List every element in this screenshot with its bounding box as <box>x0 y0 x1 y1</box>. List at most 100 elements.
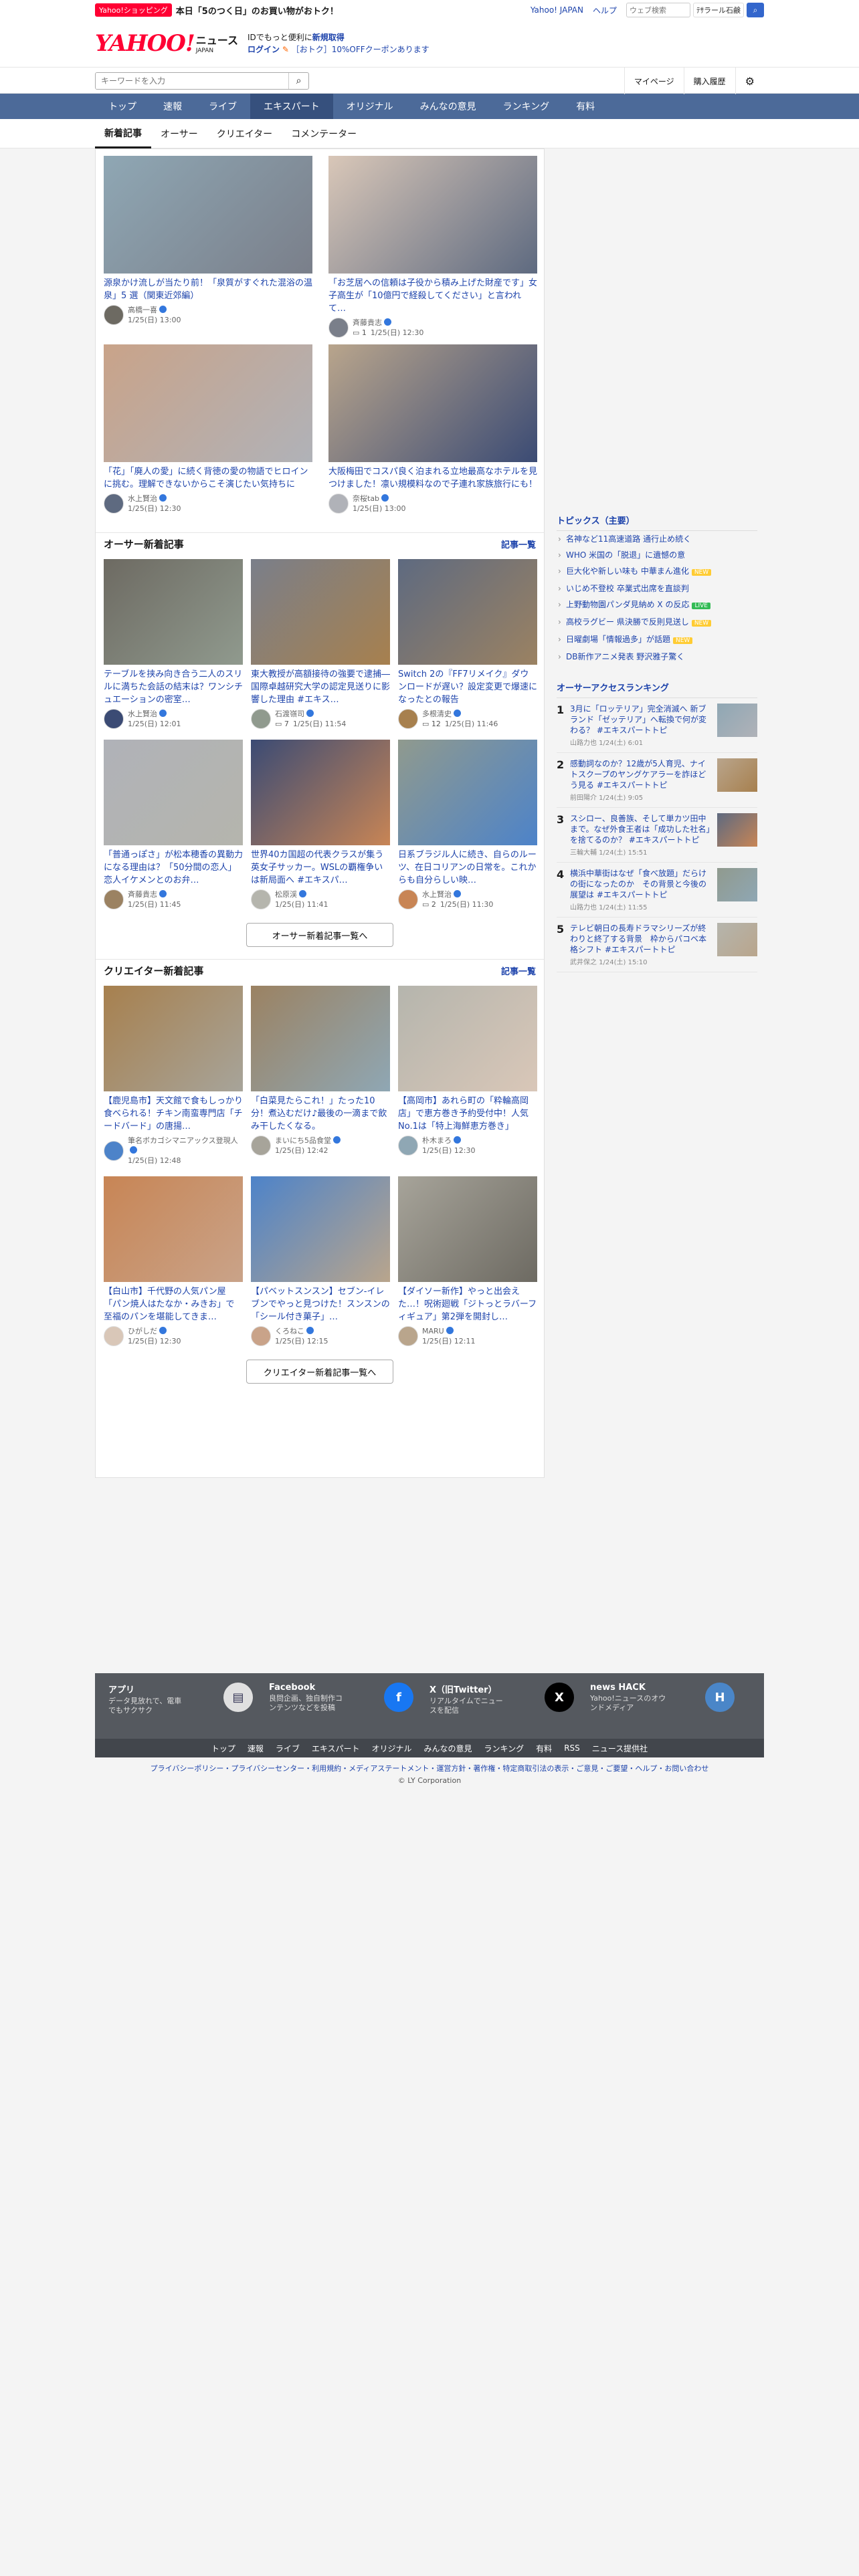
article-thumbnail[interactable] <box>398 740 537 845</box>
comment-count[interactable]: ▭ 12 <box>422 720 441 728</box>
footer-nav-item[interactable]: トップ <box>211 1743 235 1754</box>
topic-item[interactable]: WHO 米国の「脱退」に遺憾の意 <box>557 547 757 563</box>
author-name[interactable]: 水上賢治 <box>128 710 157 718</box>
author-avatar[interactable] <box>104 305 124 325</box>
author-avatar[interactable] <box>104 1326 124 1346</box>
author-name[interactable]: 松原渓 <box>275 890 297 899</box>
sub-tab[interactable]: 新着記事 <box>95 119 151 148</box>
footer-nav-item[interactable]: ライブ <box>276 1743 300 1754</box>
mypage-link[interactable]: マイページ <box>624 68 684 94</box>
topic-item[interactable]: 巨大化や新しい味も 中華まん進化NEW <box>557 563 757 580</box>
article-card[interactable]: 東大教授が高額接待の強要で逮捕―国際卓越研究大学の認定見送りに影響した理由 #エ… <box>251 559 390 729</box>
web-search-button[interactable]: ⌕ <box>747 3 764 17</box>
keyword-search-button[interactable]: ⌕ <box>288 73 308 89</box>
article-thumbnail[interactable] <box>328 156 537 274</box>
nav-item[interactable]: ランキング <box>490 94 563 119</box>
article-title[interactable]: 「白菜見たらこれ！」たった10分！煮込むだけ♪最後の一滴まで飲み干したくなる。 <box>251 1095 390 1133</box>
nav-item[interactable]: 速報 <box>150 94 195 119</box>
web-search-input[interactable] <box>626 3 690 17</box>
sub-tab[interactable]: クリエイター <box>207 119 282 148</box>
article-thumbnail[interactable] <box>251 1176 390 1282</box>
topic-item[interactable]: 上野動物園パンダ見納め X の反応LIVE <box>557 597 757 614</box>
newshack-icon[interactable]: H <box>705 1683 735 1712</box>
article-title[interactable]: 「花」「廃人の愛」に続く背徳の愛の物語でヒロインに挑む。理解できないからこそ演じ… <box>104 465 312 491</box>
sub-tab[interactable]: コメンテーター <box>282 119 366 148</box>
yahoo-news-logo[interactable]: YAHOO! ニュース JAPAN <box>95 30 238 57</box>
rank-title[interactable]: 横浜中華街はなぜ「食べ放題」だらけの街になったのか その背景と今後の展望は #エ… <box>570 868 713 900</box>
article-card[interactable]: 【鹿児島市】天文館で食もしっかり食べられる！チキン南蛮専門店「チードバード」の唐… <box>104 986 243 1166</box>
article-card[interactable]: 大阪梅田でコスパ良く泊まれる立地最高なホテルを見つけました！凛い規模料なので子連… <box>328 344 537 514</box>
nav-item[interactable]: トップ <box>95 94 150 119</box>
article-card[interactable]: 「花」「廃人の愛」に続く背徳の愛の物語でヒロインに挑む。理解できないからこそ演じ… <box>104 344 312 514</box>
footer-nav-item[interactable]: エキスパート <box>312 1743 360 1754</box>
article-title[interactable]: 世界40カ国超の代表クラスが集う英女子サッカー。WSLの覇権争いは新局面へ #エ… <box>251 849 390 887</box>
article-card[interactable]: 「普通っぽさ」が松本穂香の異動力になる理由は？「50分間の恋人」恋人イケメンとの… <box>104 740 243 909</box>
article-title[interactable]: 【高岡市】あれら町の「粋輪高岡店」で恵方巻き予約受付中！人気No.1は「特上海鮮… <box>398 1095 537 1133</box>
settings-button[interactable]: ⚙ <box>735 68 764 94</box>
footer-nav-item[interactable]: 有料 <box>536 1743 552 1754</box>
article-card[interactable]: Switch 2の『FF7リメイク』ダウンロードが遅い？設定変更で爆速になったと… <box>398 559 537 729</box>
footer-col[interactable]: アプリ データ見放れで、電車でもサクサク ▤ <box>108 1683 269 1732</box>
article-title[interactable]: 「お芝居への信頼は子役から積み上げた財産です」女子高生が「10億円で経殺してくだ… <box>328 277 537 315</box>
footer-nav-item[interactable]: RSS <box>564 1743 580 1753</box>
article-title[interactable]: 【鹿児島市】天文館で食もしっかり食べられる！チキン南蛮専門店「チードバード」の唐… <box>104 1095 243 1133</box>
rank-thumbnail[interactable] <box>717 923 757 956</box>
article-thumbnail[interactable] <box>398 559 537 665</box>
article-thumbnail[interactable] <box>104 344 312 462</box>
author-avatar[interactable] <box>251 1326 271 1346</box>
article-title[interactable]: Switch 2の『FF7リメイク』ダウンロードが遅い？設定変更で爆速になったと… <box>398 668 537 706</box>
article-card[interactable]: 【パベットスンスン】セブン-イレブンでやっと見つけた！スンスンの「シール付き菓子… <box>251 1176 390 1346</box>
article-title[interactable]: 【白山市】千代野の人気パン屋「パン焼人はたなか・みきお」で至福のパンを堪能してき… <box>104 1285 243 1323</box>
creator-article-list-link[interactable]: 記事一覧 <box>501 964 536 977</box>
author-name[interactable]: 高橋一喜 <box>128 306 157 314</box>
rank-thumbnail[interactable] <box>717 704 757 737</box>
article-title[interactable]: 源泉かけ流しが当たり前！「泉質がすぐれた混浴の温泉」5 選（関東近郊編） <box>104 277 312 302</box>
article-thumbnail[interactable] <box>328 344 537 462</box>
comment-count[interactable]: ▭ 7 <box>275 720 289 728</box>
author-name[interactable]: ひがしだ <box>128 1327 157 1335</box>
rank-title[interactable]: スシロー、良善族、そして単カツ田中まで。なぜ外食王者は「成功した社名」を捨てるの… <box>570 813 713 845</box>
ranking-item[interactable]: 4 横浜中華街はなぜ「食べ放題」だらけの街になったのか その背景と今後の展望は #… <box>557 863 757 918</box>
footer-col-title[interactable]: news HACK <box>590 1683 670 1693</box>
author-avatar[interactable] <box>398 889 418 909</box>
topic-item[interactable]: 名神など11高速道路 通行止め続く <box>557 531 757 547</box>
article-card[interactable]: 「お芝居への信頼は子役から積み上げた財産です」女子高生が「10億円で経殺してくだ… <box>328 156 537 338</box>
author-name[interactable]: 朴木まろ <box>422 1136 452 1145</box>
author-name[interactable]: 多根清史 <box>422 710 452 718</box>
coupon-link[interactable]: ［おトク］10%OFFクーポンあります <box>292 45 430 54</box>
article-thumbnail[interactable] <box>251 986 390 1091</box>
rank-thumbnail[interactable] <box>717 758 757 792</box>
promo-link[interactable]: 本日「5のつく日」のお買い物がおトク！ <box>176 4 339 17</box>
article-card[interactable]: 【ダイソー新作】やっと出会えた…！呪術廻戦「ジトっとラバーフィギュア」第2弾を開… <box>398 1176 537 1346</box>
article-card[interactable]: 世界40カ国超の代表クラスが集う英女子サッカー。WSLの覇権争いは新局面へ #エ… <box>251 740 390 909</box>
shopping-badge[interactable]: Yahoo!ショッピング <box>95 3 172 17</box>
author-name[interactable]: くろねこ <box>275 1327 304 1335</box>
nav-item[interactable]: 有料 <box>563 94 608 119</box>
article-title[interactable]: 「普通っぽさ」が松本穂香の異動力になる理由は？「50分間の恋人」恋人イケメンとの… <box>104 849 243 887</box>
rank-thumbnail[interactable] <box>717 868 757 901</box>
creator-more-button[interactable]: クリエイター新着記事一覧へ <box>246 1360 393 1384</box>
register-link[interactable]: 新規取得 <box>312 33 345 42</box>
author-name[interactable]: 斉藤貴志 <box>128 890 157 899</box>
footer-nav-item[interactable]: みんなの意見 <box>424 1743 472 1754</box>
article-title[interactable]: 【ダイソー新作】やっと出会えた…！呪術廻戦「ジトっとラバーフィギュア」第2弾を開… <box>398 1285 537 1323</box>
author-avatar[interactable] <box>104 494 124 514</box>
article-thumbnail[interactable] <box>251 559 390 665</box>
article-thumbnail[interactable] <box>104 1176 243 1282</box>
ranking-item[interactable]: 1 3月に「ロッテリア」完全消滅へ 新ブランド「ゼッテリア」へ転換で何が変わる？ … <box>557 698 757 753</box>
author-more-button[interactable]: オーサー新着記事一覧へ <box>246 923 393 947</box>
app-icon[interactable]: ▤ <box>223 1683 253 1712</box>
author-name[interactable]: 水上賢治 <box>128 494 157 503</box>
footer-col-title[interactable]: Facebook <box>269 1683 349 1693</box>
author-avatar[interactable] <box>251 1136 271 1156</box>
author-avatar[interactable] <box>251 889 271 909</box>
rank-title[interactable]: テレビ朝日の長寿ドラマシリーズが終わりと終了する背景 枠からパコベ本格シフト #… <box>570 923 713 955</box>
comment-count[interactable]: ▭ 1 <box>353 328 367 337</box>
article-card[interactable]: 源泉かけ流しが当たり前！「泉質がすぐれた混浴の温泉」5 選（関東近郊編） 高橋一喜… <box>104 156 312 338</box>
article-card[interactable]: テーブルを挟み向き合う二人のスリルに満ちた会話の結末は？ワンシチュエーションの密… <box>104 559 243 729</box>
footer-col-title[interactable]: アプリ <box>108 1683 189 1695</box>
article-thumbnail[interactable] <box>398 986 537 1091</box>
footer-nav-item[interactable]: オリジナル <box>372 1743 412 1754</box>
footer-col-title[interactable]: X（旧Twitter） <box>430 1683 510 1695</box>
rank-title[interactable]: 感動詞なのか？12歳が5人育児、ナイトスクープのヤングケアラーを詐ほど う見る … <box>570 758 713 790</box>
